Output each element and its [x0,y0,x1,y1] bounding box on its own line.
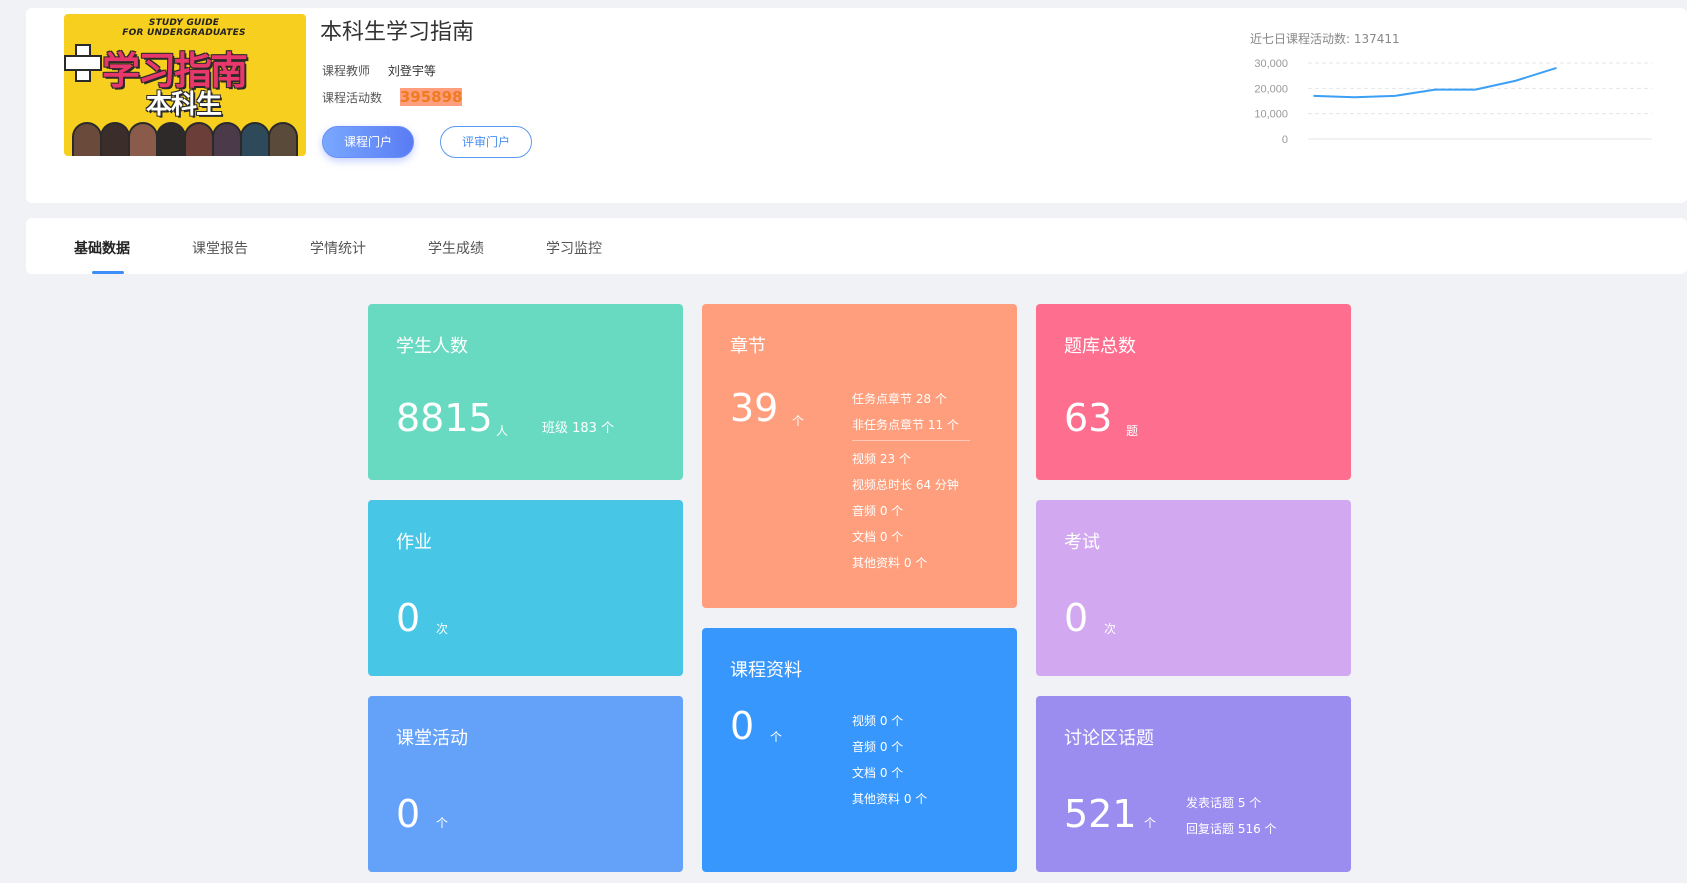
y-tick-label: 10,000 [1254,109,1288,121]
tab-class-report[interactable]: 课堂报告 [192,238,248,258]
activity-label: 课程活动数 [322,91,383,105]
card-value: 63 [1064,396,1113,440]
active-tab-indicator [92,271,124,274]
stat-other: 其他资料 0 个 [852,556,928,570]
course-title: 本科生学习指南 [320,20,475,45]
tab-basic-data[interactable]: 基础数据 [74,238,130,258]
teacher-value: 刘登宇等 [387,64,436,78]
card-value: 0 [396,596,421,640]
card-unit: 个 [770,730,783,744]
card-students[interactable]: 学生人数 8815 人 班级 183 个 [368,304,683,480]
stat-reply-topics: 回复话题 516 个 [1186,822,1277,836]
card-value: 0 [396,792,421,836]
chart-plot: 30,000 20,000 10,000 0 [1254,58,1652,146]
weekly-activity-chart: 近七日课程活动数: 137411 30,000 20,000 10,000 0 [1222,22,1662,152]
card-unit: 题 [1126,424,1139,438]
card-unit: 个 [792,414,805,428]
chapter-task-stats: 任务点章节 28 个 非任务点章节 11 个 [852,386,959,438]
card-value: 8815 [396,396,493,440]
card-side-classes: 班级 183 个 [542,421,615,436]
data-point [1393,95,1396,97]
card-unit: 次 [436,622,449,636]
card-unit: 个 [436,816,449,830]
activity-row: 课程活动数 395898 [322,88,463,106]
stat-posted-topics: 发表话题 5 个 [1186,796,1262,810]
tab-student-scores[interactable]: 学生成绩 [428,238,484,258]
stat-audio: 音频 0 个 [852,740,904,754]
stat-video: 视频 0 个 [852,714,904,728]
chapter-resource-stats: 视频 23 个 视频总时长 64 分钟 音频 0 个 文档 0 个 其他资料 0… [852,446,959,576]
stat-documents: 文档 0 个 [852,530,904,544]
data-point [1555,67,1557,69]
cover-en-line2: FOR UNDERGRADUATES [122,28,246,38]
card-course-materials[interactable]: 课程资料 0 个 视频 0 个 音频 0 个 文档 0 个 其他资料 0 个 [702,628,1017,872]
stat-other: 其他资料 0 个 [852,792,928,806]
card-unit: 个 [1144,816,1157,830]
stat-nontask-chapters: 非任务点章节 11 个 [852,418,959,432]
y-tick-label: 30,000 [1254,58,1288,70]
card-value: 521 [1064,792,1137,836]
card-class-activity[interactable]: 课堂活动 0 个 [368,696,683,872]
stat-audio: 音频 0 个 [852,504,904,518]
card-title: 课堂活动 [396,728,468,749]
card-chapters[interactable]: 章节 39 个 任务点章节 28 个 非任务点章节 11 个 视频 23 个 视… [702,304,1017,608]
course-header: STUDY GUIDE FOR UNDERGRADUATES 学习指南 本科生 … [26,8,1687,203]
card-unit: 次 [1104,622,1117,636]
card-title: 章节 [730,336,766,357]
tab-learning-monitor[interactable]: 学习监控 [546,238,602,258]
data-point [1474,88,1477,91]
card-forum-topics[interactable]: 讨论区话题 521 个 发表话题 5 个 回复话题 516 个 [1036,696,1351,872]
card-title: 题库总数 [1064,336,1136,357]
course-portal-button[interactable]: 课程门户 [322,126,414,158]
card-title: 讨论区话题 [1064,728,1154,749]
forum-stats: 发表话题 5 个 回复话题 516 个 [1186,790,1277,842]
card-exams[interactable]: 考试 0 次 [1036,500,1351,676]
review-portal-button[interactable]: 评审门户 [440,126,532,158]
y-tick-label: 0 [1282,134,1288,146]
cover-students-illustration [64,108,306,156]
series-line [1313,67,1557,99]
y-tick-label: 20,000 [1254,83,1288,95]
data-point [1353,96,1356,98]
materials-stats: 视频 0 个 音频 0 个 文档 0 个 其他资料 0 个 [852,708,927,812]
tab-bar: 基础数据 课堂报告 学情统计 学生成绩 学习监控 [26,218,1687,274]
divider [852,440,970,441]
course-cover-image[interactable]: STUDY GUIDE FOR UNDERGRADUATES 学习指南 本科生 [64,14,306,156]
stat-task-chapters: 任务点章节 28 个 [852,392,947,406]
stat-video: 视频 23 个 [852,452,911,466]
card-value: 39 [730,386,779,430]
stat-video-duration: 视频总时长 64 分钟 [852,478,959,492]
stat-documents: 文档 0 个 [852,766,904,780]
card-title: 学生人数 [396,336,468,357]
card-title: 考试 [1064,532,1100,553]
tab-learning-stats[interactable]: 学情统计 [310,238,366,258]
activity-value: 395898 [399,88,463,106]
card-value: 0 [1064,596,1089,640]
cover-en-line1: STUDY GUIDE [148,18,220,28]
data-point [1514,79,1517,82]
teacher-label: 课程教师 [322,64,371,78]
plus-decoration [64,44,102,82]
card-unit: 人 [496,424,509,438]
card-title: 课程资料 [730,660,802,681]
card-value: 0 [730,704,755,748]
card-homework[interactable]: 作业 0 次 [368,500,683,676]
card-title: 作业 [396,532,432,553]
data-point [1434,88,1436,91]
data-point [1313,95,1315,97]
card-question-bank[interactable]: 题库总数 63 题 [1036,304,1351,480]
teacher-row: 课程教师 刘登宇等 [322,62,436,79]
